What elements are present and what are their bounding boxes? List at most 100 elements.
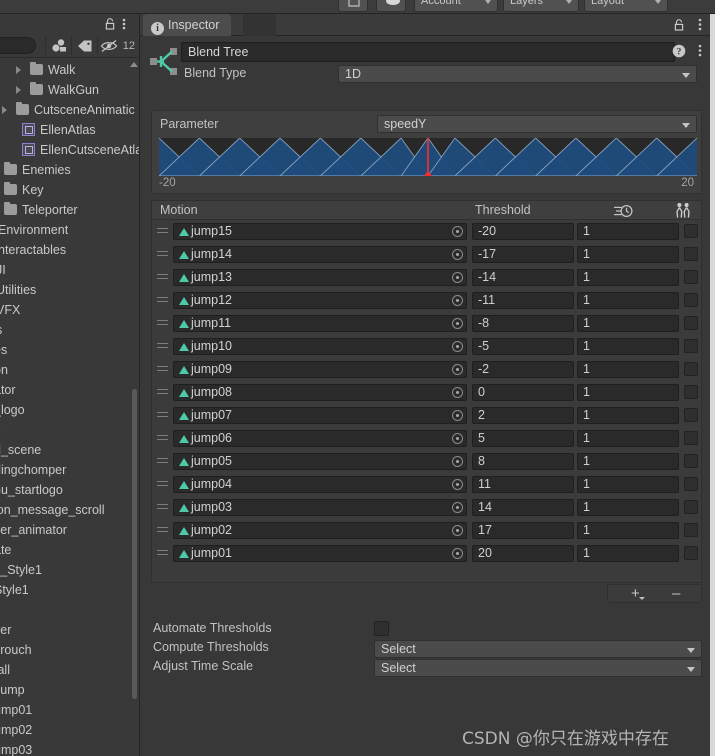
object-picker-icon[interactable] bbox=[452, 341, 463, 352]
search-input[interactable] bbox=[0, 37, 36, 54]
drag-handle-icon[interactable] bbox=[157, 527, 168, 533]
motion-object-field[interactable]: jump02 bbox=[173, 522, 467, 539]
object-picker-icon[interactable] bbox=[452, 548, 463, 559]
project-tree-item[interactable]: Jump bbox=[0, 680, 139, 700]
mirror-checkbox[interactable] bbox=[684, 546, 698, 560]
layout-dropdown[interactable]: Layout bbox=[584, 0, 668, 12]
time-scale-input[interactable]: 1 bbox=[577, 269, 679, 286]
chevron-right-icon[interactable] bbox=[2, 106, 7, 114]
table-row[interactable]: jump12 -11 1 bbox=[152, 289, 701, 312]
object-picker-icon[interactable] bbox=[452, 410, 463, 421]
drag-handle-icon[interactable] bbox=[157, 343, 168, 349]
project-tree-item[interactable]: ump03 bbox=[0, 740, 139, 756]
project-tree-item[interactable]: nu_startlogo bbox=[0, 480, 139, 500]
object-picker-icon[interactable] bbox=[452, 387, 463, 398]
time-scale-input[interactable]: 1 bbox=[577, 338, 679, 355]
table-row[interactable]: jump04 11 1 bbox=[152, 473, 701, 496]
time-scale-input[interactable]: 1 bbox=[577, 361, 679, 378]
motion-object-field[interactable]: jump14 bbox=[173, 246, 467, 263]
threshold-input[interactable]: -2 bbox=[472, 361, 574, 378]
compute-thresholds-dropdown[interactable]: Select bbox=[374, 640, 702, 658]
table-row[interactable]: jump09 -2 1 bbox=[152, 358, 701, 381]
mirror-checkbox[interactable] bbox=[684, 362, 698, 376]
table-row[interactable]: jump06 5 1 bbox=[152, 427, 701, 450]
time-scale-input[interactable]: 1 bbox=[577, 292, 679, 309]
motion-object-field[interactable]: jump07 bbox=[173, 407, 467, 424]
project-tree-item[interactable]: on bbox=[0, 360, 139, 380]
mirror-checkbox[interactable] bbox=[684, 523, 698, 537]
drag-handle-icon[interactable] bbox=[157, 228, 168, 234]
mirror-checkbox[interactable] bbox=[684, 224, 698, 238]
motion-object-field[interactable]: jump05 bbox=[173, 453, 467, 470]
project-tree-item[interactable]: EllenAtlas bbox=[0, 120, 139, 140]
time-scale-input[interactable]: 1 bbox=[577, 246, 679, 263]
motion-object-field[interactable]: jump04 bbox=[173, 476, 467, 493]
motion-object-field[interactable]: jump09 bbox=[173, 361, 467, 378]
project-tree-item[interactable]: Style1 bbox=[0, 580, 139, 600]
time-scale-input[interactable]: 1 bbox=[577, 522, 679, 539]
threshold-input[interactable]: 8 bbox=[472, 453, 574, 470]
threshold-input[interactable]: -20 bbox=[472, 223, 574, 240]
motion-object-field[interactable]: jump03 bbox=[173, 499, 467, 516]
collab-icon[interactable] bbox=[338, 0, 368, 12]
project-tree-item[interactable] bbox=[0, 600, 139, 620]
parameter-dropdown[interactable]: speedY bbox=[377, 115, 697, 133]
mirror-checkbox[interactable] bbox=[684, 431, 698, 445]
scroll-up-arrow-icon[interactable] bbox=[130, 62, 138, 67]
project-tree-item[interactable]: dingchomper bbox=[0, 460, 139, 480]
object-picker-icon[interactable] bbox=[452, 433, 463, 444]
adjust-time-scale-dropdown[interactable]: Select bbox=[374, 659, 702, 677]
project-tree-item[interactable]: Teleporter bbox=[0, 200, 139, 220]
motion-object-field[interactable]: jump11 bbox=[173, 315, 467, 332]
chevron-right-icon[interactable] bbox=[16, 86, 21, 94]
project-tree[interactable]: Walk WalkGun CutsceneAnimatic EllenAtlas Ell… bbox=[0, 58, 139, 756]
project-tree-item[interactable]: nteractables bbox=[0, 240, 139, 260]
chevron-right-icon[interactable] bbox=[16, 66, 21, 74]
project-tree-item[interactable]: EllenCutsceneAtla bbox=[0, 140, 139, 160]
project-tree-item[interactable]: _logo bbox=[0, 400, 139, 420]
table-row[interactable]: jump01 20 1 bbox=[152, 542, 701, 565]
lock-icon[interactable] bbox=[103, 17, 117, 31]
mirror-checkbox[interactable] bbox=[684, 293, 698, 307]
account-dropdown[interactable]: Account bbox=[414, 0, 498, 12]
preset-menu-icon[interactable] bbox=[698, 43, 702, 61]
label-filter-icon[interactable] bbox=[71, 36, 97, 55]
project-tree-item[interactable]: ump02 bbox=[0, 720, 139, 740]
time-scale-input[interactable]: 1 bbox=[577, 430, 679, 447]
drag-handle-icon[interactable] bbox=[157, 389, 168, 395]
hidden-count-icon[interactable]: 12 bbox=[97, 36, 139, 55]
object-picker-icon[interactable] bbox=[452, 295, 463, 306]
threshold-input[interactable]: -14 bbox=[472, 269, 574, 286]
drag-handle-icon[interactable] bbox=[157, 412, 168, 418]
project-tree-item[interactable]: es bbox=[0, 340, 139, 360]
table-row[interactable]: jump02 17 1 bbox=[152, 519, 701, 542]
table-row[interactable]: jump15 -20 1 bbox=[152, 220, 701, 243]
threshold-input[interactable]: -11 bbox=[472, 292, 574, 309]
motion-object-field[interactable]: jump08 bbox=[173, 384, 467, 401]
threshold-input[interactable]: 20 bbox=[472, 545, 574, 562]
motion-object-field[interactable]: jump15 bbox=[173, 223, 467, 240]
threshold-input[interactable]: 0 bbox=[472, 384, 574, 401]
mirror-checkbox[interactable] bbox=[684, 270, 698, 284]
tab-inspector[interactable]: i Inspector bbox=[143, 14, 232, 36]
motion-table-body[interactable]: jump15 -20 1 jump14 -17 1 jump13 -14 1 jump12 -11 1… bbox=[151, 219, 702, 583]
object-picker-icon[interactable] bbox=[452, 226, 463, 237]
threshold-input[interactable]: 14 bbox=[472, 499, 574, 516]
table-row[interactable]: jump10 -5 1 bbox=[152, 335, 701, 358]
kebab-menu-icon[interactable] bbox=[122, 17, 134, 31]
lock-icon[interactable] bbox=[672, 18, 686, 35]
object-picker-icon[interactable] bbox=[452, 318, 463, 329]
time-scale-input[interactable]: 1 bbox=[577, 407, 679, 424]
object-filter-icon[interactable] bbox=[45, 36, 71, 55]
threshold-input[interactable]: -5 bbox=[472, 338, 574, 355]
project-tree-item[interactable]: ion_message_scroll bbox=[0, 500, 139, 520]
project-tree-item[interactable]: Utilities bbox=[0, 280, 139, 300]
threshold-input[interactable]: 11 bbox=[472, 476, 574, 493]
drag-handle-icon[interactable] bbox=[157, 297, 168, 303]
mirror-checkbox[interactable] bbox=[684, 247, 698, 261]
project-tree-item[interactable]: CutsceneAnimatic bbox=[0, 100, 139, 120]
table-row[interactable]: jump13 -14 1 bbox=[152, 266, 701, 289]
time-scale-input[interactable]: 1 bbox=[577, 499, 679, 516]
threshold-input[interactable]: 17 bbox=[472, 522, 574, 539]
blend-graph[interactable] bbox=[159, 138, 697, 176]
